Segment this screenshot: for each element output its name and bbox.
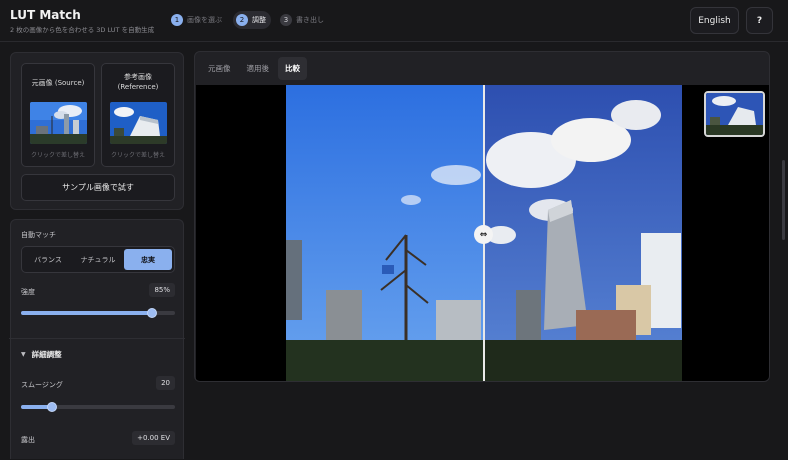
step-number: 2 — [236, 14, 248, 26]
auto-match-mode-selector: バランス ナチュラル 忠実 — [21, 246, 175, 273]
reference-thumbnail — [110, 102, 167, 144]
source-thumbnail-image — [30, 102, 87, 144]
source-thumbnail — [30, 102, 87, 144]
slider-fill — [21, 311, 152, 315]
compare-stage[interactable]: ⇔ — [196, 85, 769, 381]
tab-applied[interactable]: 適用後 — [240, 57, 277, 80]
compare-image: ⇔ — [286, 85, 682, 381]
preview-viewer: 元画像 適用後 比較 ⇔ — [194, 51, 770, 382]
app-title: LUT Match — [10, 8, 81, 22]
minimap-image — [706, 93, 763, 135]
exposure-label: 露出 — [21, 436, 35, 444]
reference-thumbnail-image — [110, 102, 167, 144]
source-image-card[interactable]: 元画像 (Source) クリックで差し替え — [21, 63, 95, 167]
section-divider — [9, 338, 185, 339]
step-select-images[interactable]: 1 画像を選ぶ — [168, 11, 227, 29]
mode-faithful[interactable]: 忠実 — [124, 249, 172, 270]
help-button[interactable]: ? — [746, 7, 773, 34]
step-label: 画像を選ぶ — [187, 16, 222, 24]
smoothing-slider[interactable] — [21, 401, 175, 413]
strength-label: 強度 — [21, 288, 35, 296]
step-label: 書き出し — [296, 16, 324, 24]
source-caption: 元画像 (Source) — [31, 79, 85, 87]
slider-handle[interactable] — [46, 402, 57, 412]
caret-down-icon: ▼ — [21, 351, 26, 358]
reference-caption: 参考画像 (Reference) — [117, 73, 159, 91]
mode-balance[interactable]: バランス — [24, 249, 72, 270]
images-panel: 元画像 (Source) クリックで差し替え 参考画像 (Reference) — [10, 52, 184, 210]
step-export[interactable]: 3 書き出し — [277, 11, 329, 29]
language-button[interactable]: English — [690, 7, 739, 34]
tab-original[interactable]: 元画像 — [201, 57, 238, 80]
sample-images-button[interactable]: サンプル画像で試す — [21, 174, 175, 201]
tab-compare[interactable]: 比較 — [278, 57, 307, 80]
view-tabs: 元画像 適用後 比較 — [201, 57, 307, 80]
reference-image-card[interactable]: 参考画像 (Reference) クリックで差し替え — [101, 63, 175, 167]
auto-match-label: 自動マッチ — [21, 231, 56, 239]
app-subtitle: 2 枚の画像から色を合わせる 3D LUT を自動生成 — [10, 26, 155, 34]
step-label: 調整 — [252, 16, 266, 24]
strength-slider[interactable] — [21, 307, 175, 319]
page-scrollbar[interactable] — [782, 160, 785, 240]
step-number: 1 — [171, 14, 183, 26]
details-label: 詳細調整 — [31, 350, 62, 359]
step-adjust[interactable]: 2 調整 — [233, 11, 271, 29]
app-header: LUT Match 2 枚の画像から色を合わせる 3D LUT を自動生成 1 … — [0, 0, 788, 42]
source-hint: クリックで差し替え — [30, 152, 85, 159]
smoothing-value: 20 — [156, 376, 175, 390]
step-indicator: 1 画像を選ぶ 2 調整 3 書き出し — [168, 11, 329, 29]
strength-value: 85% — [149, 283, 175, 297]
mode-natural[interactable]: ナチュラル — [74, 249, 122, 270]
slider-handle[interactable] — [146, 308, 157, 318]
step-number: 3 — [280, 14, 292, 26]
details-toggle[interactable]: ▼ 詳細調整 — [21, 349, 62, 360]
smoothing-label: スムージング — [21, 381, 63, 389]
adjust-panel: 自動マッチ バランス ナチュラル 忠実 強度 85% ▼ 詳細調整 スムージング… — [9, 219, 185, 459]
split-handle-icon[interactable]: ⇔ — [474, 225, 493, 244]
minimap-thumbnail[interactable] — [704, 91, 765, 137]
reference-hint: クリックで差し替え — [110, 152, 165, 159]
